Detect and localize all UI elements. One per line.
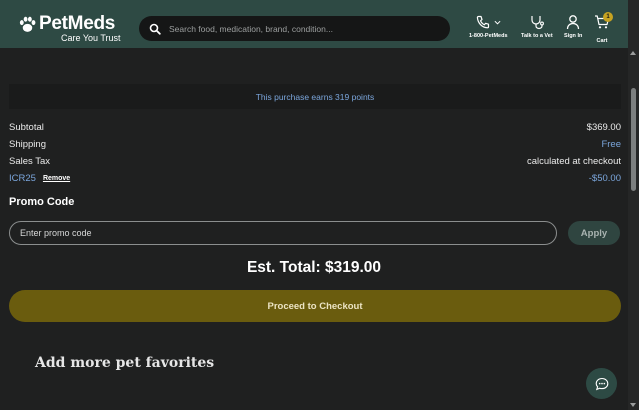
subtotal-value: $369.00: [586, 122, 621, 133]
page-scrollbar[interactable]: [628, 0, 639, 410]
paw-icon: [19, 16, 36, 32]
coupon-discount-value: -$50.00: [588, 173, 621, 184]
search-input[interactable]: [169, 23, 439, 34]
chat-button[interactable]: [586, 368, 617, 399]
estimated-total: Est. Total: $319.00: [246, 259, 382, 276]
signin-label: Sign In: [564, 33, 583, 39]
shipping-value: Free: [601, 139, 621, 150]
promo-code-title: Promo Code: [9, 196, 75, 208]
nav-sign-in[interactable]: Sign In: [564, 14, 582, 39]
points-banner: This purchase earns 319 points: [9, 84, 621, 109]
subtotal-label: Subtotal: [9, 122, 44, 133]
apply-promo-button[interactable]: Apply: [568, 221, 620, 245]
scroll-up-arrow[interactable]: [630, 51, 636, 55]
logo[interactable]: PetMeds: [18, 13, 115, 35]
vet-label: Talk to a Vet: [521, 33, 553, 39]
coupon-code: ICR25: [9, 173, 36, 184]
nav-cart[interactable]: 1 Cart: [594, 12, 613, 44]
phone-icon: [477, 15, 490, 29]
tax-value: calculated at checkout: [526, 156, 621, 167]
remove-coupon-link[interactable]: Remove: [43, 175, 70, 182]
brand-name: PetMeds: [39, 13, 116, 34]
chat-icon: [595, 377, 608, 390]
favorites-heading: Add more pet favorites: [35, 355, 215, 371]
search-icon: [149, 23, 161, 35]
points-text: This purchase earns 319 points: [255, 91, 375, 102]
scroll-down-arrow[interactable]: [630, 403, 636, 407]
coupon-row: ICR25 Remove -$50.00: [9, 173, 621, 184]
promo-code-input[interactable]: [9, 221, 557, 245]
tax-label: Sales Tax: [9, 156, 51, 167]
nav-talk-to-vet[interactable]: Talk to a Vet: [521, 14, 553, 39]
shipping-row: Shipping Free: [9, 139, 621, 150]
search-bar[interactable]: [139, 16, 450, 41]
subtotal-row: Subtotal $369.00: [9, 122, 621, 133]
nav-phone[interactable]: 1-800-PetMeds: [469, 14, 508, 39]
phone-label: 1-800-PetMeds: [469, 33, 508, 39]
shipping-label: Shipping: [9, 139, 46, 150]
chevron-down-icon: [494, 20, 501, 25]
user-icon: [567, 15, 580, 30]
tax-row: Sales Tax calculated at checkout: [9, 156, 621, 167]
cart-count-badge: 1: [603, 12, 613, 22]
site-header: PetMeds Care You Trust 1-800-PetMeds Tal…: [0, 0, 628, 48]
stethoscope-icon: [531, 16, 544, 30]
proceed-to-checkout-button[interactable]: Proceed to Checkout: [9, 290, 621, 322]
tagline: Care You Trust: [61, 33, 121, 43]
cart-label: Cart: [596, 38, 608, 44]
scrollbar-thumb[interactable]: [631, 88, 636, 191]
